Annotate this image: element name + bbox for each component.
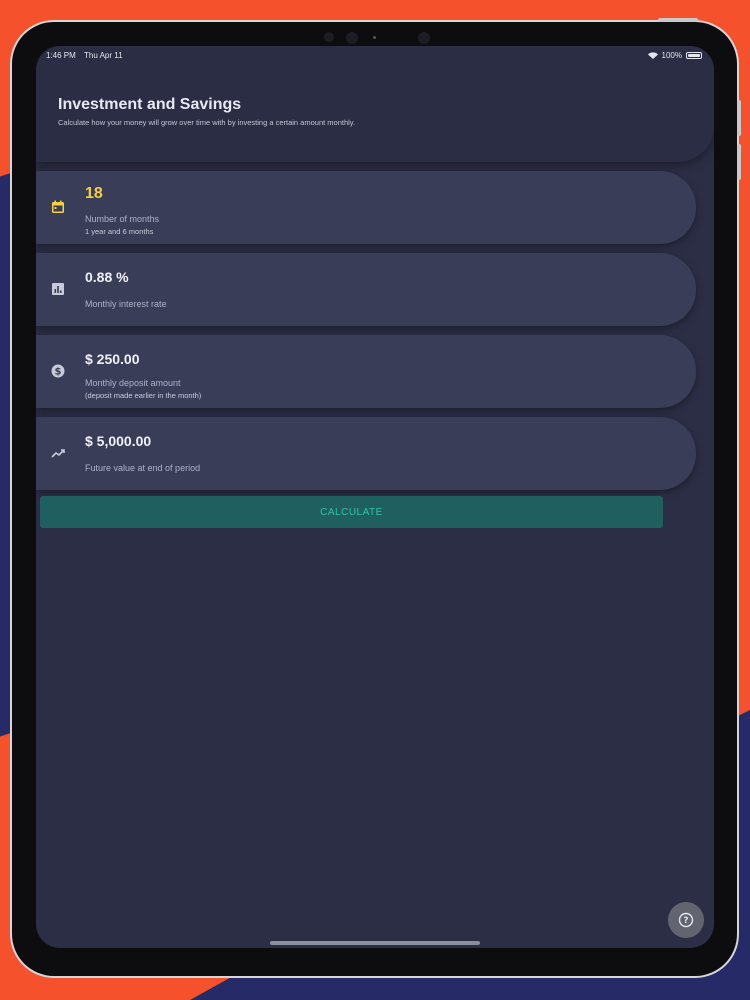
trending-up-icon bbox=[51, 449, 65, 458]
status-indicators: 100% bbox=[647, 51, 702, 60]
status-time: 1:46 PM bbox=[46, 51, 76, 60]
months-label: Number of months bbox=[85, 214, 160, 224]
deposit-value: $ 250.00 bbox=[85, 351, 140, 367]
status-bar: 1:46 PM Thu Apr 11 100% bbox=[36, 46, 714, 66]
deposit-label: Monthly deposit amount bbox=[85, 378, 181, 388]
help-circle-icon: ? bbox=[678, 912, 694, 928]
camera-icon bbox=[346, 32, 358, 44]
field-months[interactable]: 18 Number of months 1 year and 6 months bbox=[36, 171, 696, 244]
status-date: Thu Apr 11 bbox=[84, 51, 123, 60]
future-value-value: $ 5,000.00 bbox=[85, 433, 152, 449]
home-indicator[interactable] bbox=[270, 941, 480, 945]
sensor-dot bbox=[324, 32, 334, 42]
field-future-value[interactable]: $ 5,000.00 Future value at end of period bbox=[36, 417, 696, 490]
months-value: 18 bbox=[85, 185, 103, 202]
help-button[interactable]: ? bbox=[668, 902, 704, 938]
battery-percent: 100% bbox=[661, 51, 682, 60]
interest-rate-label: Monthly interest rate bbox=[85, 299, 167, 309]
interest-rate-value: 0.88 % bbox=[85, 269, 129, 285]
app-screen: Investment and Savings Calculate how you… bbox=[36, 46, 714, 948]
svg-text:?: ? bbox=[684, 916, 689, 926]
sensor-dot bbox=[373, 36, 376, 39]
page-subtitle: Calculate how your money will grow over … bbox=[58, 118, 356, 127]
volume-down-button bbox=[737, 144, 741, 180]
field-interest-rate[interactable]: 0.88 % Monthly interest rate bbox=[36, 253, 696, 326]
deposit-hint: (deposit made earlier in the month) bbox=[85, 391, 202, 400]
bar-chart-icon bbox=[52, 283, 64, 295]
calculate-button[interactable]: CALCULATE bbox=[40, 496, 663, 528]
future-value-label: Future value at end of period bbox=[85, 463, 201, 473]
volume-up-button bbox=[737, 100, 741, 136]
field-monthly-deposit[interactable]: $ $ 250.00 Monthly deposit amount (depos… bbox=[36, 335, 696, 408]
sensor-dot bbox=[418, 32, 430, 44]
page-title: Investment and Savings bbox=[58, 96, 242, 113]
months-hint: 1 year and 6 months bbox=[85, 227, 154, 236]
dollar-circle-icon: $ bbox=[51, 364, 65, 378]
battery-icon bbox=[686, 52, 702, 59]
calendar-icon bbox=[52, 200, 64, 213]
svg-text:$: $ bbox=[55, 367, 62, 378]
wifi-icon bbox=[647, 52, 658, 59]
